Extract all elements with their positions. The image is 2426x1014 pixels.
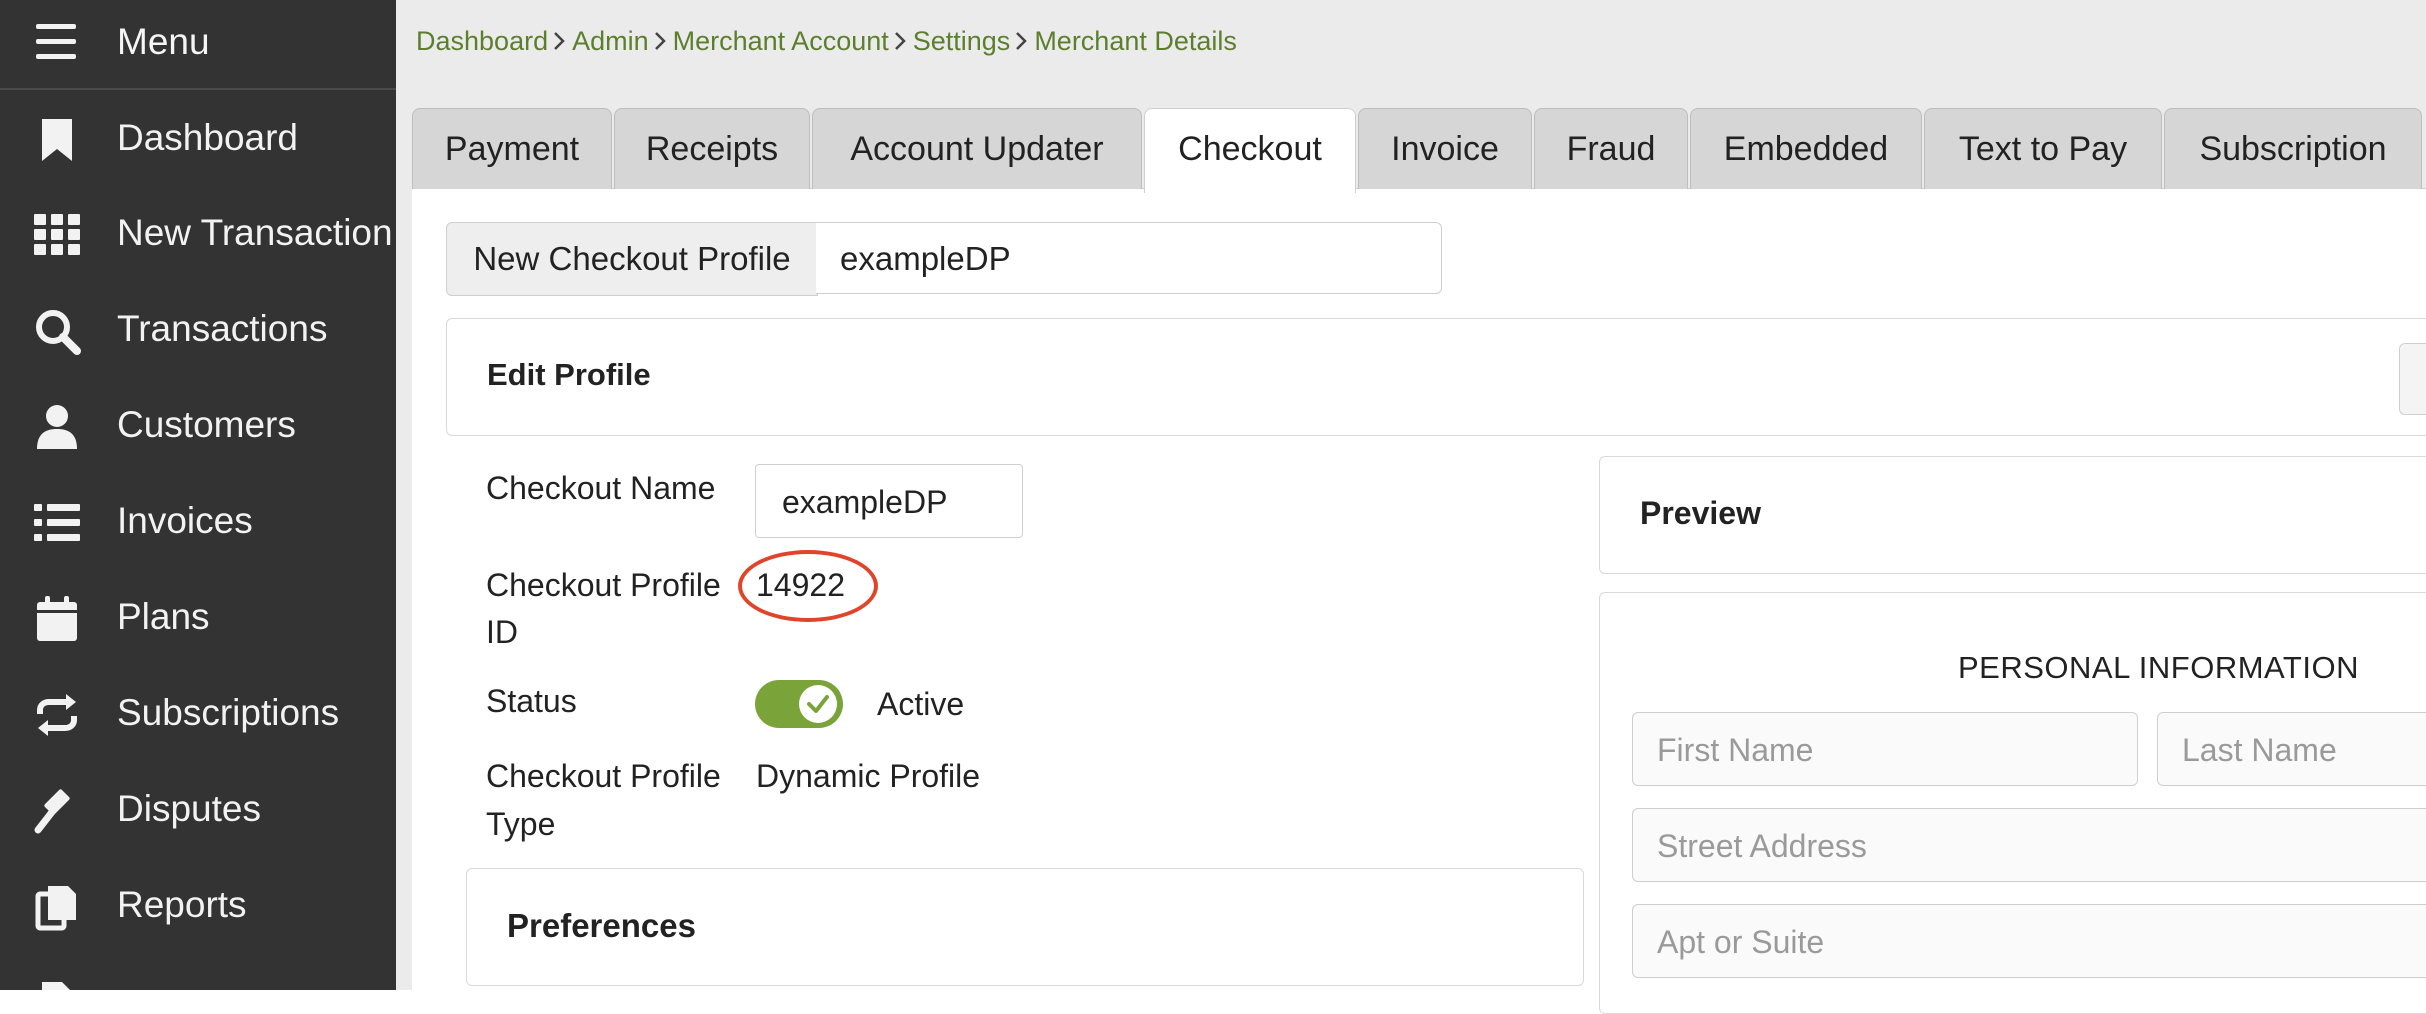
toggle-knob [799, 685, 837, 723]
tab-fraud[interactable]: Fraud [1534, 108, 1688, 189]
tab-embedded[interactable]: Embedded [1690, 108, 1922, 189]
tab-subscription[interactable]: Subscription [2164, 108, 2422, 189]
sidebar-item-invoices[interactable]: Invoices [0, 474, 396, 570]
checkout-name-input[interactable]: exampleDP [755, 464, 1023, 538]
preview-card: Preview [1599, 456, 2426, 574]
preferences-card[interactable]: Preferences [466, 868, 1584, 986]
breadcrumb-admin[interactable]: Admin [572, 26, 649, 56]
status-label: Status [486, 683, 577, 719]
profile-id-label-cont: ID [486, 614, 518, 650]
sidebar-item-label: Customers [117, 404, 296, 445]
grid-icon [34, 214, 80, 255]
edit-profile-card: Edit Profile [446, 318, 2426, 436]
apt-suite-field[interactable]: Apt or Suite [1632, 904, 2426, 978]
sidebar-item-label: Transactions [117, 308, 328, 349]
personal-information-heading: PERSONAL INFORMATION [1958, 650, 2359, 685]
checkout-name-label: Checkout Name [486, 470, 716, 506]
file-icon [42, 982, 70, 990]
sidebar-item-new-transaction[interactable]: New Transaction [0, 186, 396, 282]
sidebar-item-label: Subscriptions [117, 692, 340, 733]
sidebar-item-dashboard[interactable]: Dashboard [0, 91, 396, 187]
status-toggle[interactable] [755, 680, 843, 728]
checkout-profile-select[interactable]: exampleDP [816, 222, 1442, 294]
copy-icon [35, 886, 76, 931]
profile-id-label: Checkout Profile [486, 567, 721, 603]
preferences-title: Preferences [507, 907, 696, 944]
sidebar-item-label: Disputes [117, 788, 261, 829]
highlight-circle [738, 550, 878, 622]
tab-receipts[interactable]: Receipts [614, 108, 810, 189]
sidebar-item-subscriptions[interactable]: Subscriptions [0, 666, 396, 762]
last-name-field[interactable]: Last Name [2157, 712, 2426, 786]
street-address-field[interactable]: Street Address [1632, 808, 2426, 882]
sidebar-item-reports[interactable]: Reports [0, 858, 396, 954]
status-value: Active [877, 686, 965, 722]
breadcrumb: Dashboard Admin Merchant Account Settings Me… [416, 22, 1237, 60]
card-action-button[interactable] [2399, 343, 2426, 415]
chevron-right-icon [889, 22, 913, 60]
tab-payment[interactable]: Payment [412, 108, 612, 189]
chevron-right-icon [649, 22, 673, 60]
hamburger-icon [36, 24, 76, 59]
gavel-icon [34, 789, 70, 834]
search-icon [36, 310, 81, 355]
sidebar-item-label: Dashboard [117, 117, 299, 158]
first-name-field[interactable]: First Name [1632, 712, 2138, 786]
chevron-right-icon [1010, 22, 1034, 60]
sidebar-item-transactions[interactable]: Transactions [0, 282, 396, 378]
check-icon [807, 695, 829, 713]
calendar-icon [37, 596, 77, 641]
repeat-icon [37, 694, 77, 736]
breadcrumb-dashboard[interactable]: Dashboard [416, 26, 548, 56]
sidebar-item-plans[interactable]: Plans [0, 570, 396, 666]
chevron-right-icon [548, 22, 572, 60]
tab-text-to-pay[interactable]: Text to Pay [1924, 108, 2162, 189]
breadcrumb-merchant-details[interactable]: Merchant Details [1034, 26, 1237, 56]
menu-toggle[interactable]: Menu [0, 0, 396, 90]
new-checkout-profile-button[interactable]: New Checkout Profile [446, 222, 818, 296]
sidebar-item-more[interactable] [0, 954, 396, 990]
profile-type-label: Checkout Profile [486, 758, 721, 794]
sidebar-item-disputes[interactable]: Disputes [0, 762, 396, 858]
profile-type-label-cont: Type [486, 806, 556, 842]
preview-title: Preview [1640, 495, 1761, 531]
sidebar-item-label: Invoices [117, 500, 253, 541]
sidebar-item-label: New Transaction [117, 212, 393, 253]
sidebar-item-customers[interactable]: Customers [0, 378, 396, 474]
tab-invoice[interactable]: Invoice [1358, 108, 1532, 189]
menu-label: Menu [117, 21, 210, 62]
sidebar-item-label: Plans [117, 596, 210, 637]
sidebar-item-label: Reports [117, 884, 247, 925]
tab-account-updater[interactable]: Account Updater [812, 108, 1142, 189]
profile-type-value: Dynamic Profile [756, 758, 981, 794]
list-icon [34, 504, 80, 541]
breadcrumb-merchant-account[interactable]: Merchant Account [673, 26, 889, 56]
edit-profile-title: Edit Profile [487, 357, 651, 392]
tab-checkout[interactable]: Checkout [1144, 108, 1356, 193]
bookmark-icon [42, 119, 72, 161]
breadcrumb-settings[interactable]: Settings [913, 26, 1011, 56]
user-icon [37, 405, 77, 449]
sidebar: Menu Dashboard New Transaction Transacti… [0, 0, 396, 990]
